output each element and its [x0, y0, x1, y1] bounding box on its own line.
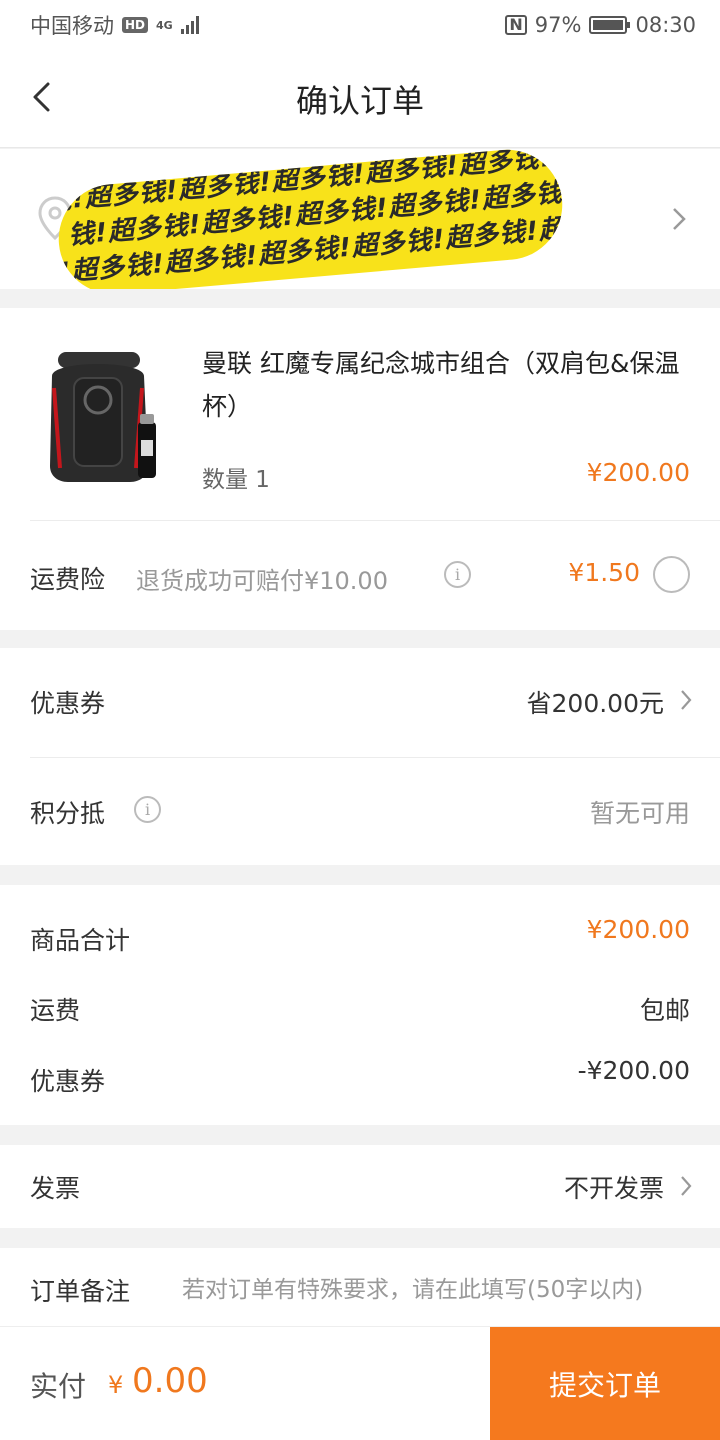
network-type: 4G: [156, 18, 173, 32]
nav-bar: 确认订单: [0, 50, 720, 148]
coupon-row[interactable]: 优惠券 省200.00元: [0, 648, 720, 756]
price-summary-card: 商品合计 ¥200.00 运费 包邮 优惠券 -¥200.00: [0, 885, 720, 1125]
product-title[interactable]: 曼联 红魔专属纪念城市组合（双肩包&保温杯）: [202, 342, 697, 428]
points-value: 暂无可用: [589, 799, 690, 828]
coupon-label: 优惠券: [30, 689, 106, 718]
product-image[interactable]: [40, 348, 170, 488]
shipping-fee-label: 运费: [30, 996, 81, 1025]
shipping-insurance-radio[interactable]: [653, 556, 690, 593]
invoice-label: 发票: [30, 1174, 81, 1203]
carrier-name: 中国移动: [30, 14, 114, 38]
pay-label: 实付: [30, 1370, 87, 1403]
status-left: 中国移动 HD 4G: [30, 10, 199, 40]
order-notes-row: 订单备注: [0, 1248, 720, 1328]
chevron-right-icon: [680, 689, 692, 715]
battery-icon: [589, 16, 631, 34]
chevron-right-icon: [680, 1175, 692, 1201]
shipping-insurance-desc: 退货成功可赔付¥10.00: [136, 567, 388, 595]
product-quantity: 数量 1: [202, 467, 270, 493]
pay-amount: 0.00: [132, 1361, 208, 1401]
shipping-insurance-price: ¥1.50: [568, 558, 640, 587]
coupon-value: 省200.00元: [526, 689, 664, 718]
battery-percent: 97%: [534, 13, 582, 37]
nfc-icon: N: [505, 15, 527, 35]
invoice-row[interactable]: 发票 不开发票: [0, 1145, 720, 1228]
pay-currency: ¥: [108, 1371, 124, 1399]
product-card: 曼联 红魔专属纪念城市组合（双肩包&保温杯） 数量 1 ¥200.00 运费险 …: [0, 308, 720, 630]
address-section[interactable]: 钱!超多钱!超多钱!超多钱!超多钱!超多钱!超多钱!超多钱!超多钱!超多 钱!超…: [0, 149, 720, 289]
order-notes-input[interactable]: [182, 1270, 684, 1310]
back-icon[interactable]: [26, 80, 60, 114]
submit-order-button[interactable]: 提交订单: [490, 1327, 720, 1440]
subtotal-label: 商品合计: [30, 926, 131, 955]
points-row: 积分抵 i 暂无可用: [0, 758, 720, 865]
hd-badge: HD: [122, 17, 149, 33]
page-title: 确认订单: [295, 81, 424, 120]
status-right: N 97% 08:30: [505, 13, 696, 37]
info-icon[interactable]: i: [134, 796, 161, 823]
divider: [30, 520, 720, 521]
coupon-discount-label: 优惠券: [30, 1067, 106, 1096]
discount-card: 优惠券 省200.00元 积分抵 i 暂无可用: [0, 648, 720, 865]
info-icon[interactable]: i: [444, 561, 471, 588]
subtotal-value: ¥200.00: [586, 915, 690, 944]
shipping-fee-value: 包邮: [639, 996, 690, 1025]
order-notes-label: 订单备注: [30, 1277, 131, 1306]
coupon-discount-value: -¥200.00: [577, 1056, 690, 1085]
shipping-insurance-label: 运费险: [30, 565, 106, 594]
clock: 08:30: [635, 13, 696, 37]
product-price: ¥200.00: [586, 458, 690, 487]
invoice-value: 不开发票: [563, 1174, 664, 1203]
points-label: 积分抵: [30, 799, 106, 828]
chevron-right-icon: [672, 207, 686, 235]
signal-icon: [180, 16, 199, 34]
checkout-bar: 实付 ¥ 0.00 提交订单: [0, 1326, 720, 1440]
status-bar: 中国移动 HD 4G N 97% 08:30: [0, 0, 720, 50]
address-redaction: 钱!超多钱!超多钱!超多钱!超多钱!超多钱!超多钱!超多钱!超多钱!超多 钱!超…: [54, 149, 567, 289]
